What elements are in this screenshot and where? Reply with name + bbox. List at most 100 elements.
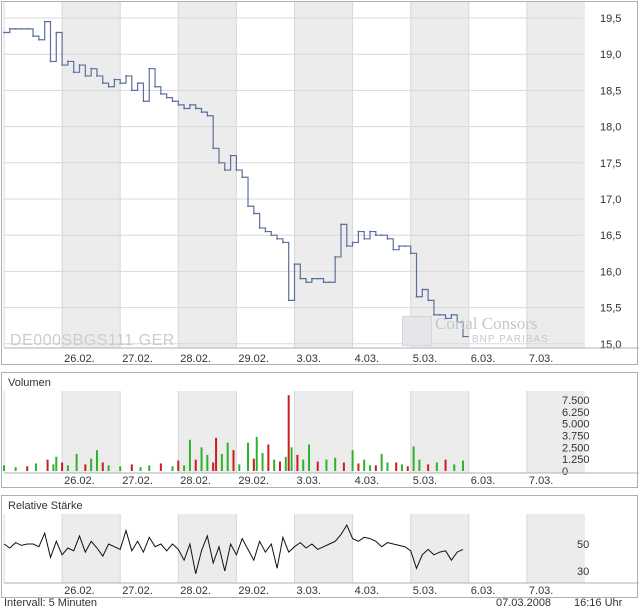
x-tick-label-9: 7.03. [529, 585, 553, 597]
y-tick-label: 3.750 [562, 431, 590, 443]
volume-bar [34, 463, 37, 471]
day-band [178, 514, 237, 583]
price-point [3, 31, 5, 34]
volume-bar [215, 437, 218, 471]
x-tick-label-4: 29.02. [238, 585, 269, 597]
volume-bar [252, 458, 255, 471]
volume-bar [427, 464, 430, 471]
price-point [380, 234, 383, 237]
volume-bar [52, 464, 55, 471]
volume-bar [380, 453, 383, 471]
price-point [316, 277, 319, 280]
y-tick-label: 16,0 [600, 266, 621, 278]
volume-bar [287, 395, 290, 471]
day-band [410, 514, 469, 583]
price-point [241, 176, 244, 179]
y-tick-label: 7.500 [562, 395, 590, 407]
interval-label: Intervall: 5 Minuten [4, 597, 97, 609]
price-point [247, 205, 249, 208]
y-tick-label: 18,5 [600, 85, 621, 97]
volume-bar [183, 465, 186, 471]
price-point [229, 154, 232, 157]
price-point [235, 169, 238, 171]
y-tick-label: 16,5 [600, 230, 621, 242]
y-tick-label: 15,0 [600, 339, 621, 351]
price-point [403, 245, 406, 247]
price-point [345, 245, 348, 247]
price-point [258, 227, 261, 229]
price-point [421, 288, 424, 291]
volume-bar [435, 462, 438, 471]
price-point [113, 78, 116, 81]
volume-bar [177, 460, 180, 471]
y-tick-label: 0 [562, 466, 568, 478]
volume-bar [395, 462, 398, 471]
price-point [136, 82, 139, 85]
volume-bar [290, 447, 293, 471]
x-tick-label-6: 4.03. [355, 475, 379, 487]
y-tick-label: 17,5 [600, 158, 621, 170]
volume-bar [75, 453, 78, 471]
price-point [369, 230, 371, 233]
price-point [206, 114, 209, 117]
volume-bar [296, 454, 299, 471]
volume-chart: 7.5006.2505.0003.7502.5001.2500 26.02. 27.… [3, 391, 639, 487]
volume-bar [247, 442, 250, 471]
volume-bar [148, 465, 151, 471]
price-point [223, 169, 226, 171]
price-point [78, 64, 81, 66]
volume-bar [267, 444, 270, 471]
volume-bar [374, 465, 377, 471]
volume-bar [139, 467, 142, 471]
volume-bar [130, 464, 133, 471]
volume-bar [84, 464, 87, 471]
x-tick-label-5: 3.03. [297, 585, 321, 597]
volume-bar [386, 462, 389, 471]
price-point [43, 20, 46, 23]
x-tick-label-7: 5.03. [413, 585, 437, 597]
price-point [61, 64, 63, 66]
price-point [374, 234, 377, 237]
price-point [415, 295, 418, 298]
x-tick-label-8: 6.03. [471, 475, 495, 487]
price-point [427, 299, 430, 302]
volume-bar [453, 464, 456, 471]
volume-bar [406, 466, 409, 471]
volume-bar [14, 467, 17, 471]
x-tick-label-5: 3.03. [297, 475, 321, 487]
volume-bar [107, 465, 110, 471]
x-tick-label-4: 29.02. [238, 353, 269, 365]
volume-bar [90, 458, 93, 471]
x-tick-label-4: 29.02. [238, 475, 269, 487]
relative-strength-panel: Relative Stärke 50 30 26.02. 27.02. 28.02. 29… [1, 495, 639, 598]
price-point [252, 212, 255, 215]
volume-bar [255, 436, 258, 471]
volume-bar [226, 442, 229, 471]
volume-bar [302, 459, 305, 471]
x-tick-label-2: 27.02. [122, 585, 153, 597]
footer-date: 07.03.2008 [496, 597, 552, 609]
price-point [264, 230, 267, 233]
volume-bar [342, 462, 345, 471]
price-point [293, 263, 296, 266]
y-tick-label: 19,5 [600, 13, 621, 25]
volume-bar [220, 453, 223, 471]
price-point [200, 111, 203, 114]
volume-bar [412, 446, 415, 471]
price-point [299, 277, 302, 280]
price-point [101, 82, 104, 85]
price-point [357, 230, 360, 233]
volume-bar [194, 459, 197, 471]
volume-bar [444, 459, 447, 471]
day-band [62, 514, 121, 583]
price-point [287, 299, 290, 302]
price-point [142, 100, 145, 103]
x-tick-label-3: 28.02. [180, 353, 211, 365]
price-point [37, 38, 40, 41]
price-point [194, 107, 197, 110]
price-point [55, 31, 58, 34]
y-tick-label: 15,5 [600, 303, 621, 315]
brand-name: Cortal Consors [435, 314, 538, 333]
price-point [340, 223, 342, 226]
y-tick-label: 6.250 [562, 407, 590, 419]
